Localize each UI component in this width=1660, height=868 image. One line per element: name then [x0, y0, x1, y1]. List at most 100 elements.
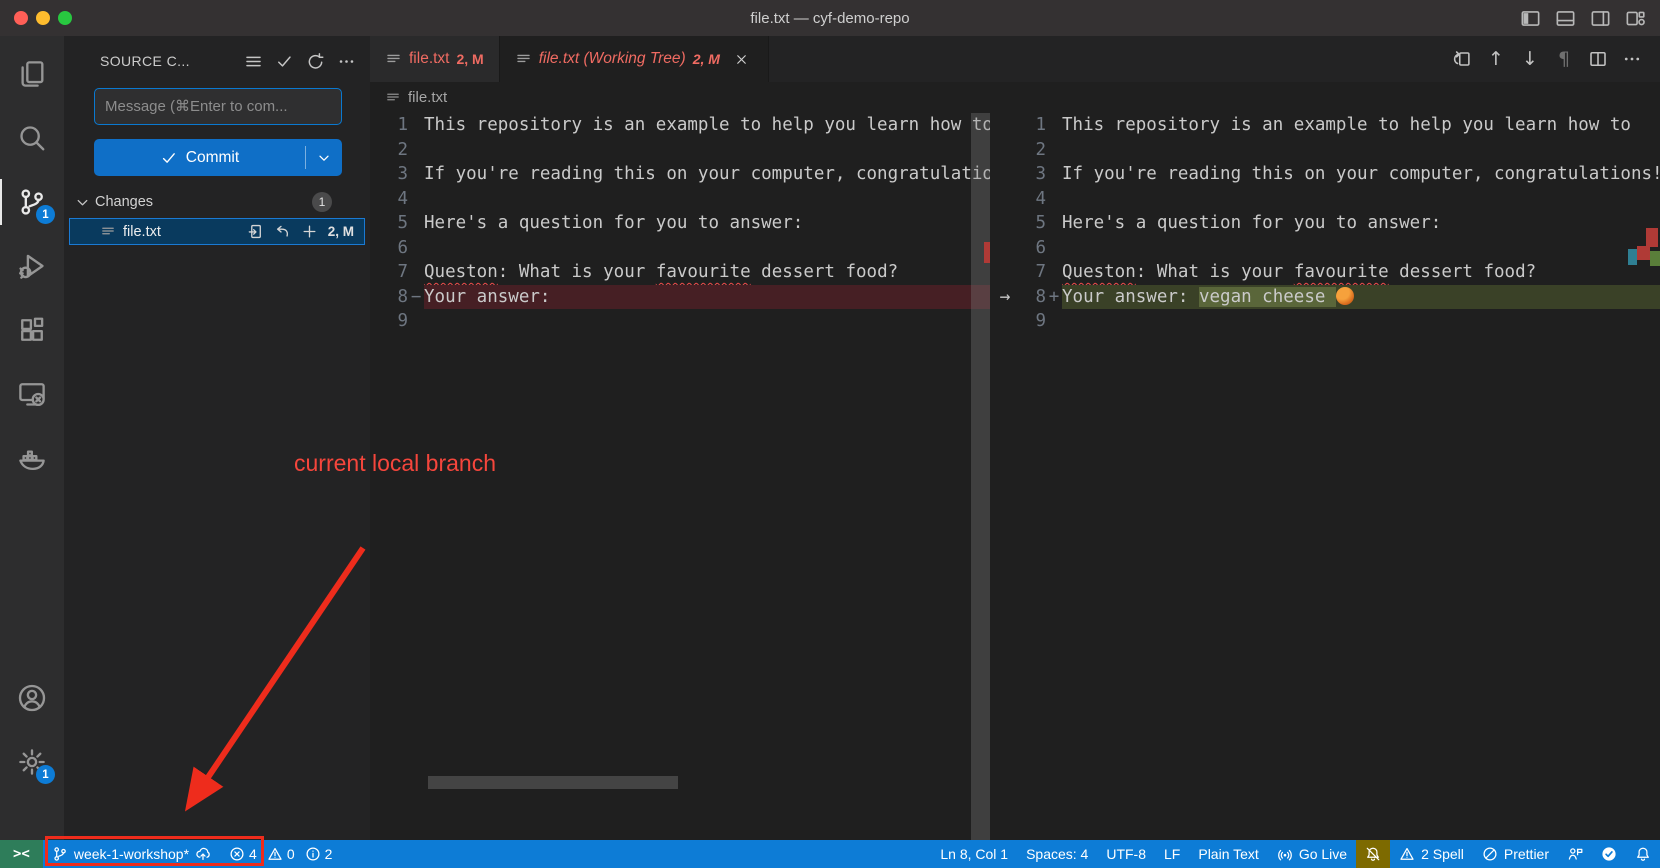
close-window-button[interactable]: [14, 11, 28, 25]
previous-change-button[interactable]: ↑: [1482, 45, 1510, 73]
diff-marker: [1046, 236, 1062, 261]
layout-controls: [1520, 0, 1646, 36]
code-text: Queston: What is your favourite dessert …: [1062, 260, 1660, 285]
code-text: [424, 187, 990, 212]
status-eol[interactable]: LF: [1155, 840, 1189, 868]
layout-panel-icon[interactable]: [1555, 8, 1576, 29]
open-file-icon[interactable]: [247, 223, 264, 240]
problems-item[interactable]: 4 0 2: [220, 840, 347, 868]
go-live-label: Go Live: [1299, 846, 1347, 862]
remote-indicator[interactable]: ><: [0, 840, 43, 868]
diff-gutter: [990, 309, 1020, 334]
indentation-label: Spaces: 4: [1026, 846, 1088, 862]
zoom-window-button[interactable]: [58, 11, 72, 25]
status-notifications-muted[interactable]: [1356, 840, 1390, 868]
changes-section-header[interactable]: Changes 1: [64, 188, 370, 216]
status-prettier[interactable]: Prettier: [1473, 840, 1558, 868]
line-number: 1: [370, 113, 408, 138]
activity-item-run-debug[interactable]: [0, 234, 64, 298]
file-icon: [100, 224, 116, 240]
file-lines-icon: [515, 51, 532, 68]
layout-custom-icon[interactable]: [1625, 8, 1646, 29]
status-indentation[interactable]: Spaces: 4: [1017, 840, 1097, 868]
code-text: Here's a question for you to answer:: [424, 211, 990, 236]
line-number: 4: [1020, 187, 1046, 212]
render-whitespace-button[interactable]: ¶: [1550, 45, 1578, 73]
diff-change-arrow-icon[interactable]: →: [990, 285, 1020, 310]
line-number: 8: [370, 285, 408, 310]
code-line-7: 7 Queston: What is your favourite dessert…: [370, 260, 990, 285]
minimize-window-button[interactable]: [36, 11, 50, 25]
activity-item-remote-explorer[interactable]: [0, 362, 64, 426]
commit-action-icon[interactable]: [275, 52, 294, 71]
activity-item-settings[interactable]: 1: [0, 730, 64, 794]
code-line-2: 2: [990, 138, 1660, 163]
tab-file[interactable]: file.txt2, M: [370, 36, 500, 82]
activity-item-extensions[interactable]: [0, 298, 64, 362]
activity-item-accounts[interactable]: [0, 666, 64, 730]
open-changes-button[interactable]: [1448, 45, 1476, 73]
status-encoding[interactable]: UTF-8: [1097, 840, 1155, 868]
split-editor-button[interactable]: [1584, 45, 1612, 73]
stage-changes-icon[interactable]: [301, 223, 318, 240]
files-icon: [17, 59, 47, 89]
line-number: 7: [370, 260, 408, 285]
activity-item-docker[interactable]: [0, 426, 64, 490]
status-language-mode[interactable]: Plain Text: [1189, 840, 1267, 868]
check-icon: [160, 149, 178, 167]
status-spell-problems[interactable]: 2 Spell: [1390, 840, 1473, 868]
editor-group: file.txt2, Mfile.txt (Working Tree)2, M …: [370, 36, 1660, 840]
line-number: 2: [1020, 138, 1046, 163]
line-number: 3: [370, 162, 408, 187]
activity-item-search[interactable]: [0, 106, 64, 170]
status-cursor-position[interactable]: Ln 8, Col 1: [931, 840, 1017, 868]
view-as-list-icon[interactable]: [244, 52, 263, 71]
git-branch-item[interactable]: week-1-workshop*: [43, 840, 220, 868]
commit-dropdown-button[interactable]: [306, 150, 342, 166]
breadcrumb[interactable]: file.txt: [370, 82, 1660, 113]
pilcrow-icon: ¶: [1558, 50, 1570, 69]
refresh-icon[interactable]: [306, 52, 325, 71]
status-spell-status[interactable]: [1592, 840, 1626, 868]
diff-marker: [1046, 162, 1062, 187]
discard-changes-icon[interactable]: [274, 223, 291, 240]
close-tab-button[interactable]: [731, 48, 753, 70]
changed-file-row[interactable]: file.txt 2, M: [69, 218, 365, 245]
code-text: [1062, 309, 1660, 334]
more-editor-actions-button[interactable]: [1618, 45, 1646, 73]
left-pane-scrollbar[interactable]: [971, 113, 990, 840]
layout-sidebar-right-icon[interactable]: [1590, 8, 1611, 29]
code-text: If you're reading this on your computer,…: [424, 162, 990, 187]
code-text: Queston: What is your favourite dessert …: [424, 260, 990, 285]
status-feedback[interactable]: [1558, 840, 1592, 868]
line-number: 3: [1020, 162, 1046, 187]
remote-icon: ><: [13, 846, 30, 862]
tab-file-working-tree[interactable]: file.txt (Working Tree)2, M: [500, 36, 769, 82]
horizontal-scrollbar[interactable]: [428, 776, 678, 789]
tab-modified-badge: 2, M: [693, 51, 720, 67]
diff-marker: [1046, 113, 1062, 138]
status-bar: >< week-1-workshop* 4 0 2 Ln 8, Col 1 Spa…: [0, 840, 1660, 868]
line-number: 9: [1020, 309, 1046, 334]
bell-icon: [1635, 846, 1651, 862]
diff-gutter: [990, 113, 1020, 138]
commit-message-input[interactable]: [94, 88, 342, 125]
diff-original-pane[interactable]: 1This repository is an example to help y…: [370, 113, 990, 840]
activity-item-explorer[interactable]: [0, 42, 64, 106]
commit-button[interactable]: Commit: [94, 139, 342, 176]
diff-marker: [1046, 187, 1062, 212]
status-go-live[interactable]: Go Live: [1268, 840, 1356, 868]
status-notifications[interactable]: [1626, 840, 1660, 868]
next-change-button[interactable]: ↓: [1516, 45, 1544, 73]
layout-sidebar-icon[interactable]: [1520, 8, 1541, 29]
diff-marker: [408, 138, 424, 163]
diff-gutter: [990, 211, 1020, 236]
person-feedback-icon: [1567, 846, 1583, 862]
window-title: file.txt — cyf-demo-repo: [0, 10, 1660, 27]
code-line-3: 3If you're reading this on your computer…: [990, 162, 1660, 187]
more-actions-icon[interactable]: [337, 52, 356, 71]
diff-modified-pane[interactable]: 1This repository is an example to help y…: [990, 113, 1660, 840]
line-number: 5: [1020, 211, 1046, 236]
diff-marker: [1046, 260, 1062, 285]
activity-item-source-control[interactable]: 1: [0, 170, 64, 234]
